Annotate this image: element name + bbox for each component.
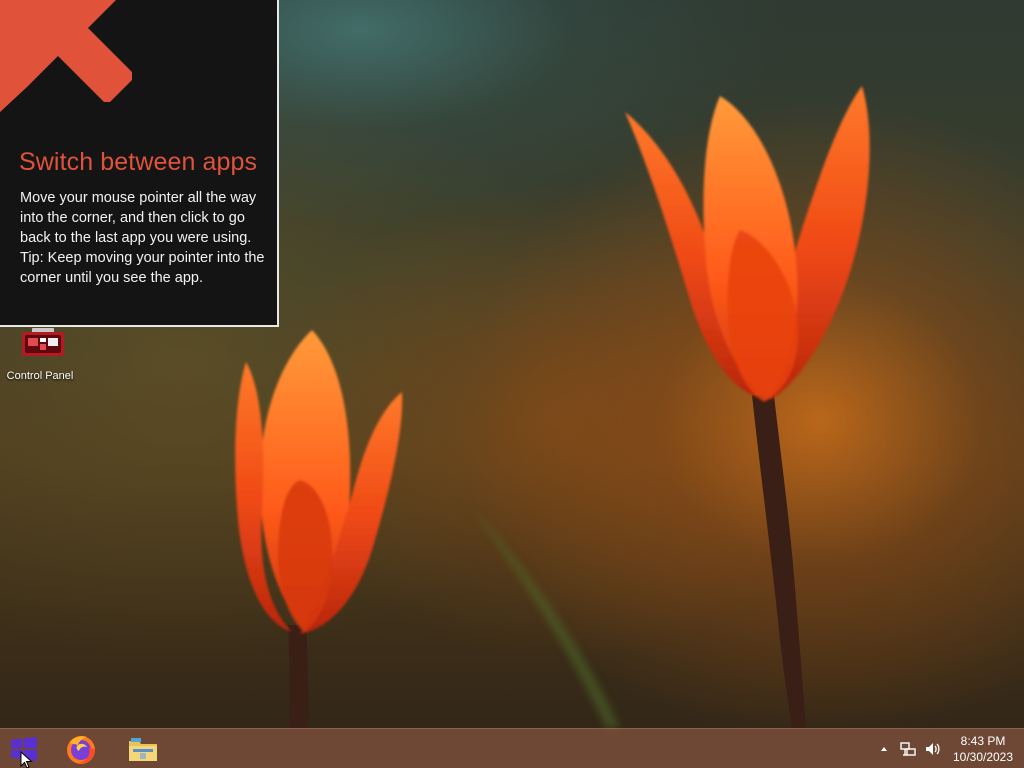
switch-apps-tip-panel: Switch between apps Move your mouse poin… [0,0,279,327]
taskbar-firefox-button[interactable] [51,729,111,768]
tip-paragraph: Tip: Keep moving your pointer into the c… [20,250,265,286]
system-tray: 8:43 PM 10/30/2023 [864,729,1024,768]
arrow-up-left-icon [0,0,132,112]
taskbar: 8:43 PM 10/30/2023 [0,728,1024,768]
tip-paragraph: Move your mouse pointer all the way into… [20,190,257,246]
network-icon[interactable] [900,741,916,757]
clock-date: 10/30/2023 [952,750,1014,764]
folder-icon [129,738,157,761]
desktop-icon-control-panel[interactable]: Control Panel [4,326,76,388]
desktop: Switch between apps Move your mouse poin… [0,0,1024,768]
mouse-cursor-icon [20,751,33,768]
desktop-icon-label: Control Panel [6,370,74,382]
speaker-icon[interactable] [924,741,942,757]
taskbar-file-explorer-button[interactable] [113,729,173,768]
clock-time: 8:43 PM [960,734,1006,748]
tip-body: Move your mouse pointer all the way into… [20,188,265,288]
firefox-icon [67,736,95,764]
tip-title: Switch between apps [19,148,258,176]
control-panel-icon [22,328,64,356]
chevron-up-icon[interactable] [878,743,890,755]
clock[interactable]: 8:43 PM 10/30/2023 [946,733,1020,765]
